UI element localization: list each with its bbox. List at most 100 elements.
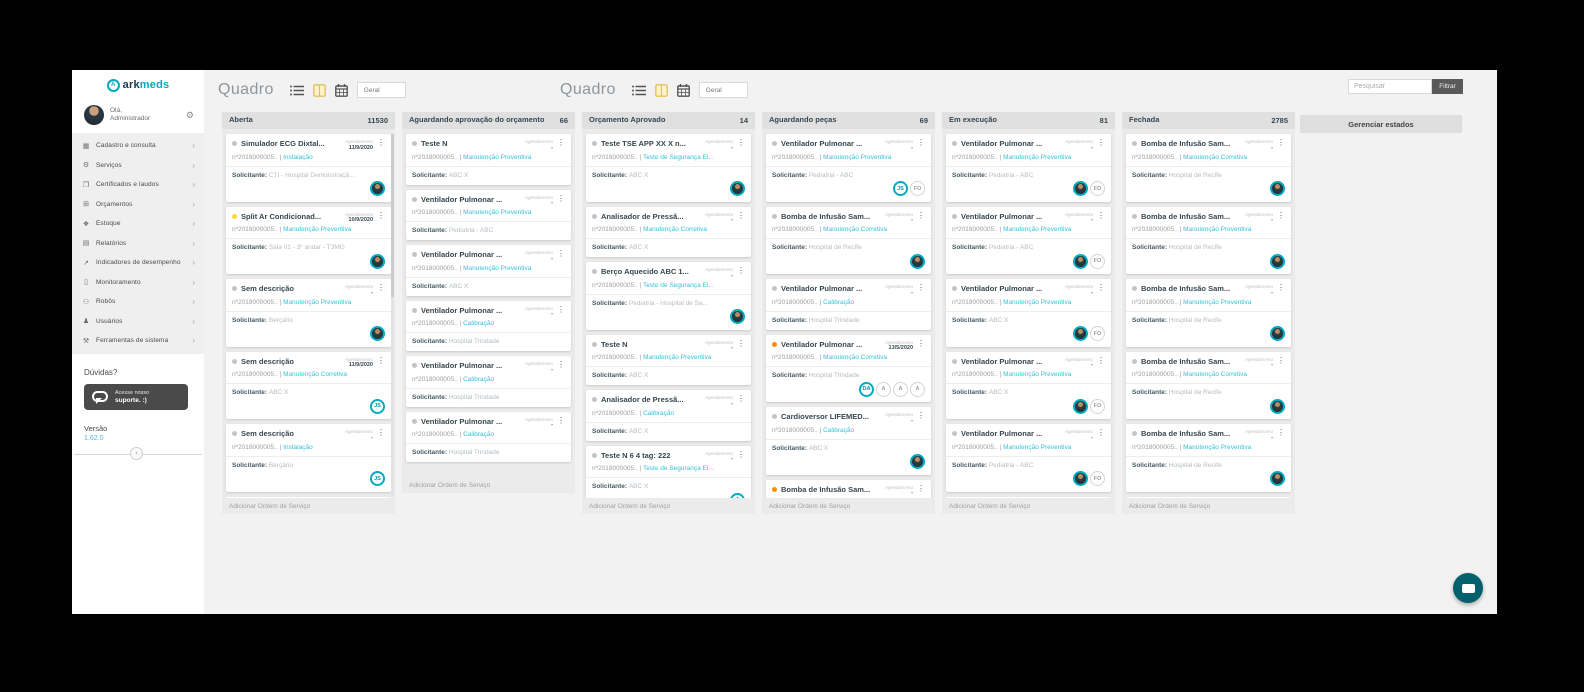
service-type-link[interactable]: Manutenção Preventiva — [1003, 299, 1071, 306]
sidebar-item-certificados-e-laudos[interactable]: ❐Certificados e laudos› — [72, 175, 204, 195]
service-type-link[interactable]: Calibração — [823, 299, 854, 306]
service-type-link[interactable]: Manutenção Preventiva — [1183, 299, 1251, 306]
add-service-order-button[interactable]: Adicionar Ordem de Serviço — [762, 498, 935, 514]
avatar[interactable] — [370, 326, 385, 341]
list-view-icon[interactable] — [632, 83, 647, 97]
kebab-menu-icon[interactable]: ⋮ — [377, 212, 385, 220]
scrollbar-thumb[interactable] — [391, 134, 394, 297]
avatar[interactable]: A — [910, 382, 925, 397]
os-card[interactable]: Ventilador Pulmonar ...Agendamento-⋮nº20… — [406, 301, 571, 352]
filter-button[interactable]: Filtrar — [1432, 79, 1463, 94]
service-type-link[interactable]: Manutenção Corretiva — [823, 226, 887, 233]
kebab-menu-icon[interactable]: ⋮ — [557, 417, 565, 425]
os-card[interactable]: Ventilador Pulmonar ...Agendamento13/5/2… — [766, 335, 931, 403]
avatar[interactable]: FO — [1090, 471, 1105, 486]
kebab-menu-icon[interactable]: ⋮ — [917, 284, 925, 292]
os-card[interactable]: Ventilador Pulmonar ...Agendamento-⋮nº20… — [946, 424, 1111, 492]
avatar[interactable]: JS — [370, 399, 385, 414]
avatar[interactable] — [1073, 181, 1088, 196]
service-type-link[interactable]: Manutenção Corretiva — [643, 226, 707, 233]
os-card[interactable]: Ventilador Pulmonar ...Agendamento-⋮nº20… — [406, 412, 571, 463]
os-card[interactable]: Split Ar Condicionad...Agendamento10/9/2… — [226, 207, 391, 275]
avatar[interactable] — [1270, 471, 1285, 486]
avatar[interactable]: FO — [1090, 254, 1105, 269]
kebab-menu-icon[interactable]: ⋮ — [737, 212, 745, 220]
avatar[interactable] — [1073, 399, 1088, 414]
service-type-link[interactable]: Teste de Segurança El... — [643, 282, 714, 289]
avatar[interactable]: JS — [370, 471, 385, 486]
kebab-menu-icon[interactable]: ⋮ — [1277, 429, 1285, 437]
kebab-menu-icon[interactable]: ⋮ — [1097, 139, 1105, 147]
sidebar-item-ferramentas-de-sistema[interactable]: ⚒Ferramentas de sistema› — [72, 331, 204, 351]
os-card[interactable]: Teste TSE APP XX X n...Agendamento-⋮nº20… — [586, 134, 751, 202]
kebab-menu-icon[interactable]: ⋮ — [1277, 212, 1285, 220]
os-card[interactable]: Analisador de Pressã...Agendamento-⋮nº20… — [586, 207, 751, 258]
sidebar-item-monitoramento[interactable]: ▯Monitoramento› — [72, 273, 204, 293]
kebab-menu-icon[interactable]: ⋮ — [737, 340, 745, 348]
avatar[interactable]: A — [893, 382, 908, 397]
avatar[interactable] — [370, 254, 385, 269]
os-card[interactable]: Bomba de Infusão Sam...Agendamento-⋮nº20… — [1126, 207, 1291, 275]
service-type-link[interactable]: Manutenção Preventiva — [1183, 226, 1251, 233]
service-type-link[interactable]: Manutenção Preventiva — [463, 154, 531, 161]
os-card[interactable]: Bomba de Infusão Sam...Agendamento-⋮nº20… — [1126, 352, 1291, 420]
avatar[interactable]: A — [876, 382, 891, 397]
kebab-menu-icon[interactable]: ⋮ — [737, 451, 745, 459]
avatar[interactable] — [370, 181, 385, 196]
os-card[interactable]: Bomba de Infusão Sam...Agendamento-⋮nº20… — [766, 480, 931, 499]
avatar[interactable] — [1270, 181, 1285, 196]
service-type-link[interactable]: Instalação — [283, 154, 313, 161]
add-service-order-button[interactable]: Adicionar Ordem de Serviço — [942, 498, 1115, 514]
kebab-menu-icon[interactable]: ⋮ — [1097, 357, 1105, 365]
os-card[interactable]: Ventilador Pulmonar ...Agendamento-⋮nº20… — [946, 279, 1111, 347]
service-type-link[interactable]: Manutenção Preventiva — [463, 209, 531, 216]
os-card[interactable]: Bomba de Infusão Sam...Agendamento-⋮nº20… — [1126, 279, 1291, 347]
board-selector-2[interactable]: Geral — [699, 82, 748, 98]
list-view-icon[interactable] — [290, 83, 305, 97]
os-card[interactable]: Sem descriçãoAgendamento11/9/2020⋮nº2018… — [226, 352, 391, 420]
avatar[interactable] — [1073, 326, 1088, 341]
service-type-link[interactable]: Manutenção Preventiva — [463, 265, 531, 272]
service-type-link[interactable]: Teste de Segurança El... — [643, 465, 714, 472]
support-button[interactable]: Acesse nosso suporte. :) — [84, 384, 188, 410]
avatar[interactable]: JS — [893, 181, 908, 196]
avatar[interactable]: FO — [1090, 326, 1105, 341]
kanban-view-icon[interactable] — [312, 83, 327, 97]
calendar-view-icon[interactable] — [334, 83, 349, 97]
sidebar-item-usuarios[interactable]: ♟Usuários› — [72, 312, 204, 332]
avatar[interactable] — [730, 309, 745, 324]
add-service-order-button[interactable]: Adicionar Ordem de Serviço — [582, 498, 755, 514]
kebab-menu-icon[interactable]: ⋮ — [917, 139, 925, 147]
kebab-menu-icon[interactable]: ⋮ — [1097, 284, 1105, 292]
service-type-link[interactable]: Manutenção Preventiva — [1183, 444, 1251, 451]
service-type-link[interactable]: Manutenção Corretiva — [283, 371, 347, 378]
avatar[interactable] — [910, 454, 925, 469]
kebab-menu-icon[interactable]: ⋮ — [1097, 429, 1105, 437]
service-type-link[interactable]: Manutenção Preventiva — [283, 299, 351, 306]
avatar[interactable]: FO — [1090, 399, 1105, 414]
service-type-link[interactable]: Calibração — [463, 431, 494, 438]
sidebar-collapse-handle[interactable]: ‹ — [130, 447, 143, 460]
kebab-menu-icon[interactable]: ⋮ — [557, 195, 565, 203]
os-card[interactable]: Ventilador Pulmonar ...Agendamento-⋮nº20… — [766, 279, 931, 330]
kanban-view-icon[interactable] — [654, 83, 669, 97]
os-card[interactable]: Cardioversor LIFEMED...Agendamento-⋮nº20… — [766, 407, 931, 475]
os-card[interactable]: Ventilador Pulmonar ...Agendamento-⋮nº20… — [406, 190, 571, 241]
sidebar-item-relatorios[interactable]: ▤Relatórios› — [72, 234, 204, 254]
os-card[interactable]: Sem descriçãoAgendamento-⋮nº2018000005..… — [226, 279, 391, 347]
os-card[interactable]: Ventilador Pulmonar ...Agendamento-⋮nº20… — [946, 207, 1111, 275]
board-selector[interactable]: Geral — [357, 82, 406, 98]
sidebar-item-servicos[interactable]: ⚙Serviços› — [72, 156, 204, 176]
kebab-menu-icon[interactable]: ⋮ — [737, 139, 745, 147]
os-card[interactable]: Analisador de Pressã...Agendamento-⋮nº20… — [586, 390, 751, 441]
calendar-view-icon[interactable] — [676, 83, 691, 97]
os-card[interactable]: Berço Aquecido ABC 1...Agendamento-⋮nº20… — [586, 262, 751, 330]
kebab-menu-icon[interactable]: ⋮ — [917, 340, 925, 348]
add-service-order-button[interactable]: Adicionar Ordem de Serviço — [222, 498, 395, 514]
service-type-link[interactable]: Calibração — [823, 427, 854, 434]
sidebar-item-robos[interactable]: ⚇Robôs› — [72, 292, 204, 312]
os-card[interactable]: Ventilador Pulmonar ...Agendamento-⋮nº20… — [946, 352, 1111, 420]
service-type-link[interactable]: Manutenção Corretiva — [823, 354, 887, 361]
service-type-link[interactable]: Manutenção Preventiva — [283, 226, 351, 233]
os-card[interactable]: Ventilador Pulmonar ...Agendamento-⋮nº20… — [406, 356, 571, 407]
